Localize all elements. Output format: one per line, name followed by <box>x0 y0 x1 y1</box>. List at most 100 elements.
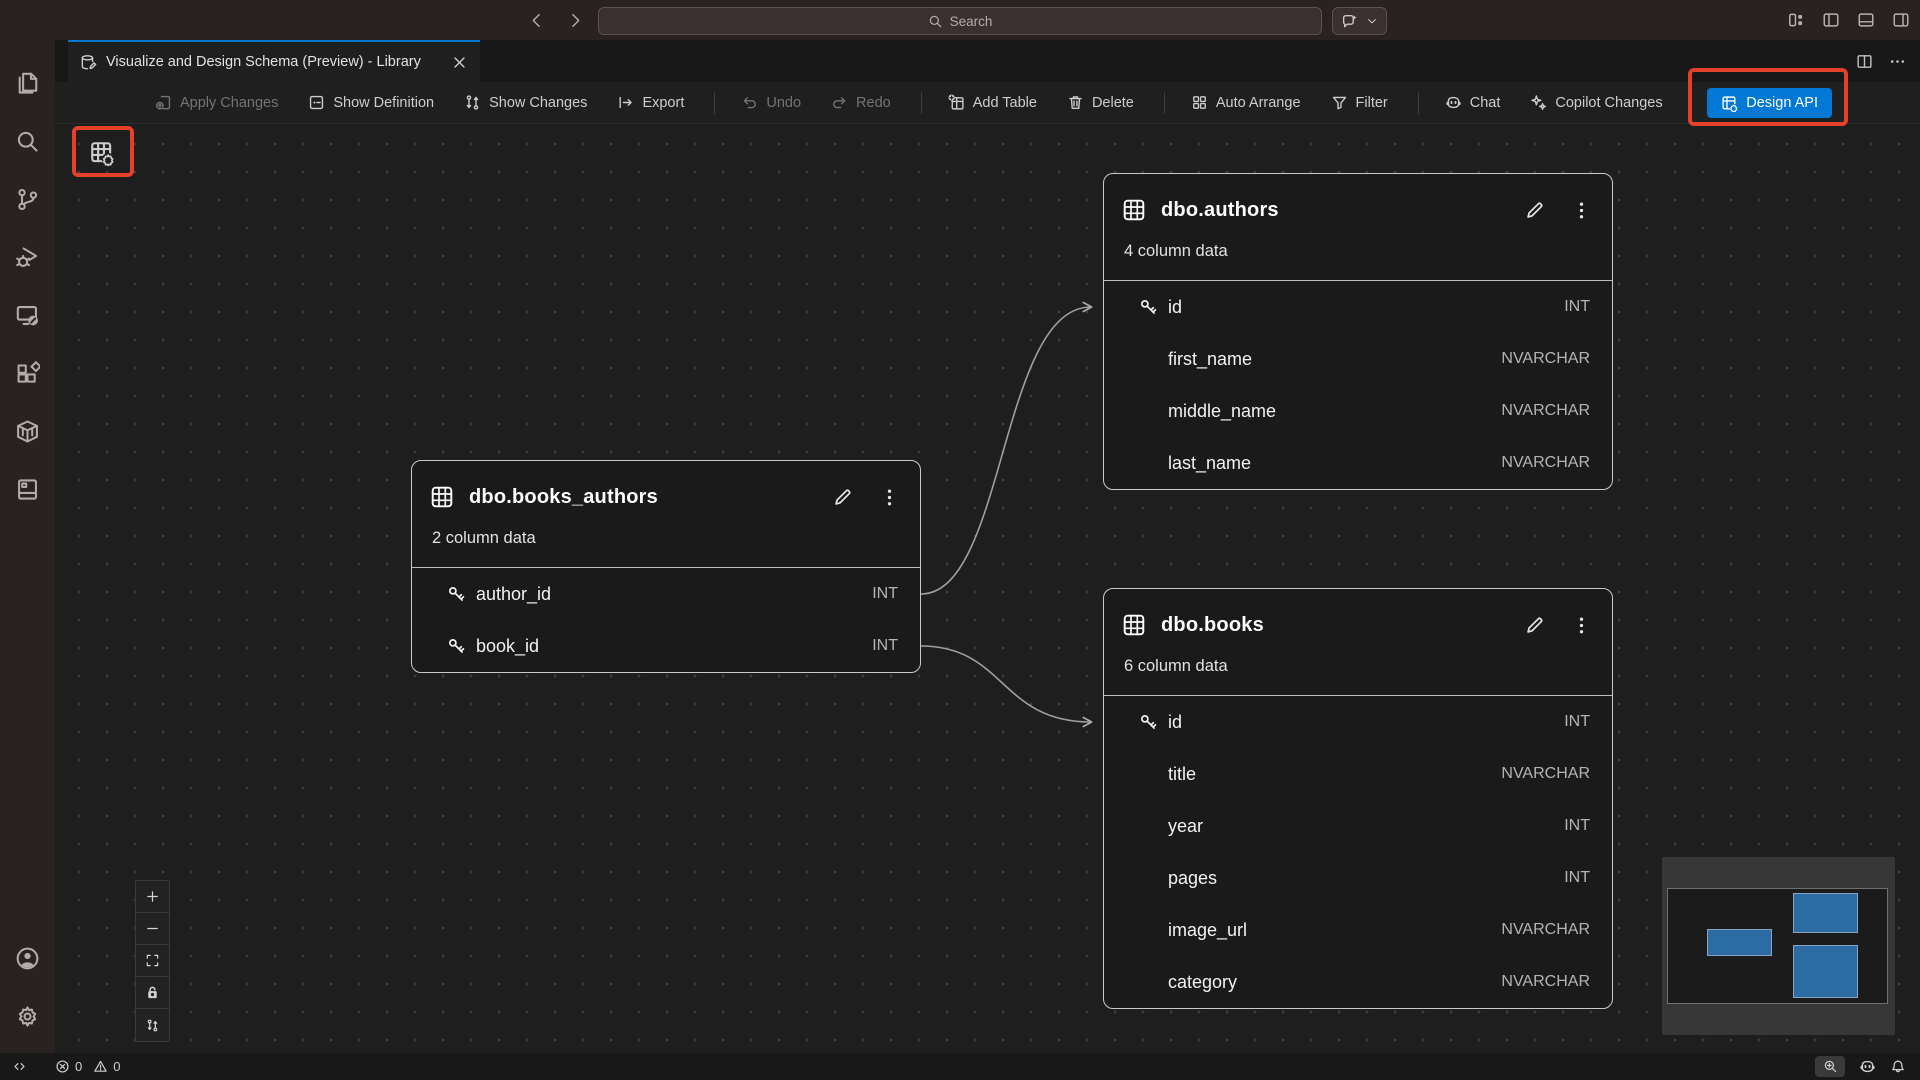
add-table-icon <box>948 94 965 111</box>
reset-layout-button[interactable] <box>136 1009 169 1041</box>
chevron-down-icon[interactable] <box>1366 15 1378 27</box>
search-input[interactable]: Search <box>598 7 1322 35</box>
search-view-icon[interactable] <box>0 112 55 170</box>
table-card-books-authors[interactable]: dbo.books_authors 2 column data author_i… <box>411 460 921 673</box>
editor-more-actions-icon[interactable] <box>1889 53 1906 70</box>
primary-key-icon <box>1128 297 1168 318</box>
copilot-face-icon <box>1445 94 1462 111</box>
filter-icon <box>1331 94 1348 111</box>
table-menu-icon[interactable] <box>1571 615 1592 636</box>
column-row[interactable]: pages INT <box>1104 852 1612 904</box>
explorer-icon[interactable] <box>0 54 55 112</box>
undo-icon <box>741 94 758 111</box>
split-editor-icon[interactable] <box>1856 53 1873 70</box>
edit-table-icon[interactable] <box>1524 200 1545 221</box>
relationship-edges <box>55 124 1920 1053</box>
column-row[interactable]: middle_name NVARCHAR <box>1104 385 1612 437</box>
edge-books-authors-to-books <box>921 646 1091 722</box>
show-changes-button[interactable]: Show Changes <box>464 94 587 111</box>
column-row[interactable]: author_id INT <box>412 568 920 620</box>
add-table-button[interactable]: Add Table <box>948 94 1037 111</box>
show-definition-icon <box>308 94 325 111</box>
show-changes-icon <box>464 94 481 111</box>
notifications-bell-icon[interactable] <box>1890 1059 1906 1075</box>
column-row[interactable]: category NVARCHAR <box>1104 956 1612 1008</box>
table-menu-icon[interactable] <box>1571 200 1592 221</box>
zoom-out-button[interactable] <box>136 913 169 945</box>
delete-trash-icon <box>1067 94 1084 111</box>
customize-layout-icon[interactable] <box>1787 11 1805 29</box>
fit-view-button[interactable] <box>136 945 169 977</box>
table-card-books[interactable]: dbo.books 6 column data id INT <box>1103 588 1613 1009</box>
table-name: dbo.authors <box>1161 199 1279 222</box>
toolbar-separator <box>921 92 922 114</box>
copilot-chat-icon <box>1341 13 1358 30</box>
table-designer-icon <box>89 140 115 166</box>
warnings-count: 0 <box>113 1059 120 1074</box>
extensions-icon[interactable] <box>0 344 55 402</box>
table-name: dbo.books_authors <box>469 486 658 509</box>
schema-canvas[interactable]: dbo.books_authors 2 column data author_i… <box>55 124 1920 1053</box>
database-projects-icon[interactable] <box>0 460 55 518</box>
column-row[interactable]: id INT <box>1104 696 1612 748</box>
apply-changes-icon <box>155 94 172 111</box>
zoom-status-button[interactable] <box>1815 1056 1845 1077</box>
column-count: 2 column data <box>432 529 900 548</box>
export-icon <box>617 94 634 111</box>
column-row[interactable]: book_id INT <box>412 620 920 672</box>
table-designer-button[interactable] <box>80 133 124 173</box>
tab-bar: Visualize and Design Schema (Preview) - … <box>55 40 1920 82</box>
edit-table-icon[interactable] <box>832 487 853 508</box>
zoom-in-button[interactable] <box>136 881 169 913</box>
add-table-label: Add Table <box>973 95 1037 111</box>
toggle-sidebar-left-icon[interactable] <box>1822 11 1840 29</box>
column-row[interactable]: year INT <box>1104 800 1612 852</box>
filter-button[interactable]: Filter <box>1331 94 1388 111</box>
column-row[interactable]: first_name NVARCHAR <box>1104 333 1612 385</box>
settings-gear-icon[interactable] <box>0 987 55 1045</box>
auto-arrange-button[interactable]: Auto Arrange <box>1191 94 1301 111</box>
copilot-status-icon[interactable] <box>1859 1058 1876 1075</box>
containers-icon[interactable] <box>0 402 55 460</box>
show-definition-button[interactable]: Show Definition <box>308 94 434 111</box>
redo-button[interactable]: Redo <box>831 94 891 111</box>
table-card-authors[interactable]: dbo.authors 4 column data id INT <box>1103 173 1613 490</box>
design-api-label: Design API <box>1746 95 1818 111</box>
designer-toolbar: Apply Changes Show Definition Show Chang… <box>55 82 1920 124</box>
show-changes-label: Show Changes <box>489 95 587 111</box>
sparkle-icon <box>1530 94 1547 111</box>
design-api-button[interactable]: Design API <box>1707 88 1832 118</box>
activity-bar <box>0 40 55 1053</box>
delete-label: Delete <box>1092 95 1134 111</box>
export-button[interactable]: Export <box>617 94 684 111</box>
remote-explorer-icon[interactable] <box>0 286 55 344</box>
tab-visualize-schema[interactable]: Visualize and Design Schema (Preview) - … <box>68 40 480 82</box>
problems-indicator[interactable]: 0 0 <box>55 1059 120 1074</box>
column-row[interactable]: image_url NVARCHAR <box>1104 904 1612 956</box>
source-control-icon[interactable] <box>0 170 55 228</box>
copilot-changes-button[interactable]: Copilot Changes <box>1530 94 1662 111</box>
table-menu-icon[interactable] <box>879 487 900 508</box>
minimap[interactable] <box>1662 857 1895 1035</box>
lock-button[interactable] <box>136 977 169 1009</box>
back-icon[interactable] <box>528 12 545 29</box>
column-row[interactable]: last_name NVARCHAR <box>1104 437 1612 489</box>
undo-button[interactable]: Undo <box>741 94 801 111</box>
copilot-chat-button[interactable] <box>1332 7 1387 35</box>
forward-icon[interactable] <box>567 12 584 29</box>
column-row[interactable]: id INT <box>1104 281 1612 333</box>
remote-indicator-icon[interactable] <box>12 1059 27 1074</box>
column-row[interactable]: title NVARCHAR <box>1104 748 1612 800</box>
account-icon[interactable] <box>0 929 55 987</box>
apply-changes-button[interactable]: Apply Changes <box>155 94 278 111</box>
redo-label: Redo <box>856 95 891 111</box>
edit-table-icon[interactable] <box>1524 615 1545 636</box>
primary-key-icon <box>436 584 476 605</box>
toggle-sidebar-right-icon[interactable] <box>1892 11 1910 29</box>
canvas-zoom-controls <box>135 880 170 1042</box>
run-debug-icon[interactable] <box>0 228 55 286</box>
delete-button[interactable]: Delete <box>1067 94 1134 111</box>
chat-button[interactable]: Chat <box>1445 94 1501 111</box>
toggle-panel-icon[interactable] <box>1857 11 1875 29</box>
tab-close-icon[interactable] <box>451 54 468 71</box>
